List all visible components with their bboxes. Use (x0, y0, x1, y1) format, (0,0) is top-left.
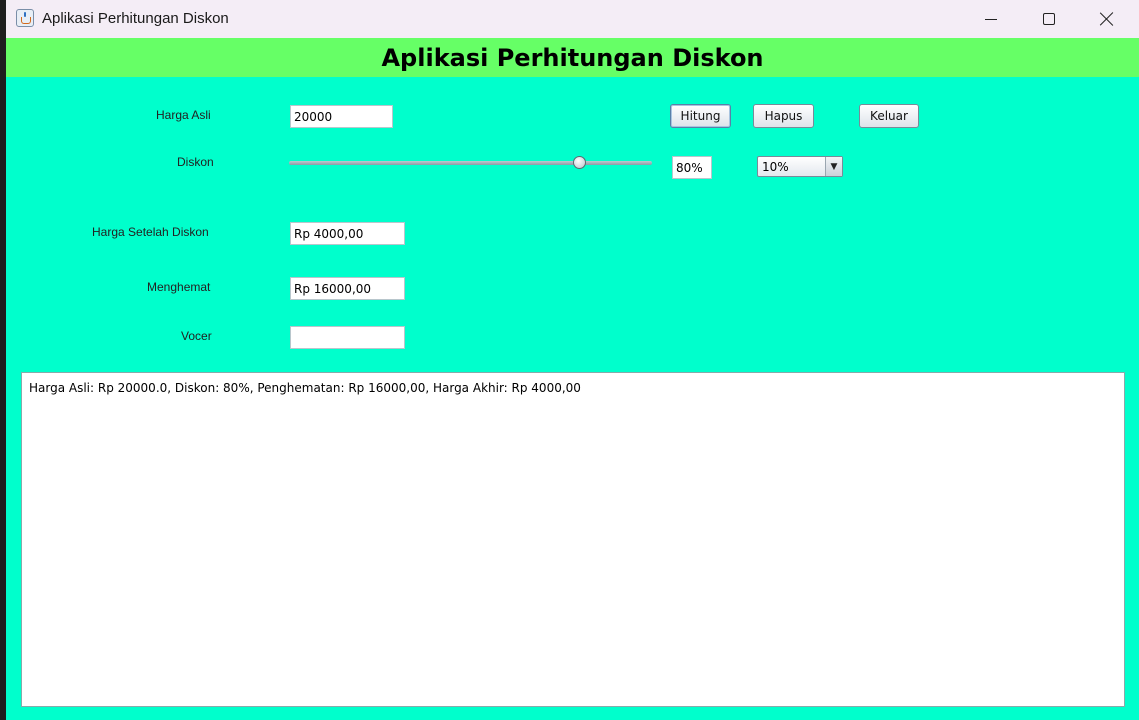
app-window: Aplikasi Perhitungan Diskon Aplikasi Per… (6, 0, 1139, 720)
harga-asli-label: Harga Asli (156, 108, 211, 122)
window-title: Aplikasi Perhitungan Diskon (42, 10, 229, 27)
keluar-button[interactable]: Keluar (859, 104, 919, 128)
harga-setelah-diskon-field[interactable] (290, 222, 405, 245)
header-banner: Aplikasi Perhitungan Diskon (6, 38, 1139, 77)
minimize-icon (985, 18, 997, 20)
menghemat-field[interactable] (290, 277, 405, 300)
result-text: Harga Asli: Rp 20000.0, Diskon: 80%, Pen… (29, 381, 581, 395)
hapus-button[interactable]: Hapus (753, 104, 814, 128)
harga-asli-input[interactable] (290, 105, 393, 128)
combobox-selected-value: 10% (762, 160, 789, 174)
hitung-button[interactable]: Hitung (670, 104, 731, 128)
diskon-slider-track[interactable] (289, 161, 652, 165)
close-button[interactable] (1078, 0, 1136, 38)
vocer-input[interactable] (290, 326, 405, 349)
java-app-icon (16, 9, 34, 27)
page-title: Aplikasi Perhitungan Diskon (381, 43, 764, 72)
diskon-slider-thumb[interactable] (572, 156, 586, 169)
diskon-label: Diskon (177, 155, 214, 169)
menghemat-label: Menghemat (147, 280, 211, 294)
maximize-icon (1043, 13, 1055, 25)
harga-setelah-diskon-label: Harga Setelah Diskon (92, 225, 209, 239)
chevron-down-icon[interactable]: ▼ (825, 157, 842, 176)
result-textarea[interactable]: Harga Asli: Rp 20000.0, Diskon: 80%, Pen… (21, 372, 1125, 707)
voucher-combobox[interactable]: 10% ▼ (757, 156, 843, 177)
close-icon (1100, 12, 1114, 26)
maximize-button[interactable] (1020, 0, 1078, 38)
minimize-button[interactable] (962, 0, 1020, 38)
vocer-label: Vocer (181, 329, 212, 343)
diskon-value-field[interactable] (672, 156, 712, 179)
title-bar[interactable]: Aplikasi Perhitungan Diskon (6, 0, 1139, 38)
